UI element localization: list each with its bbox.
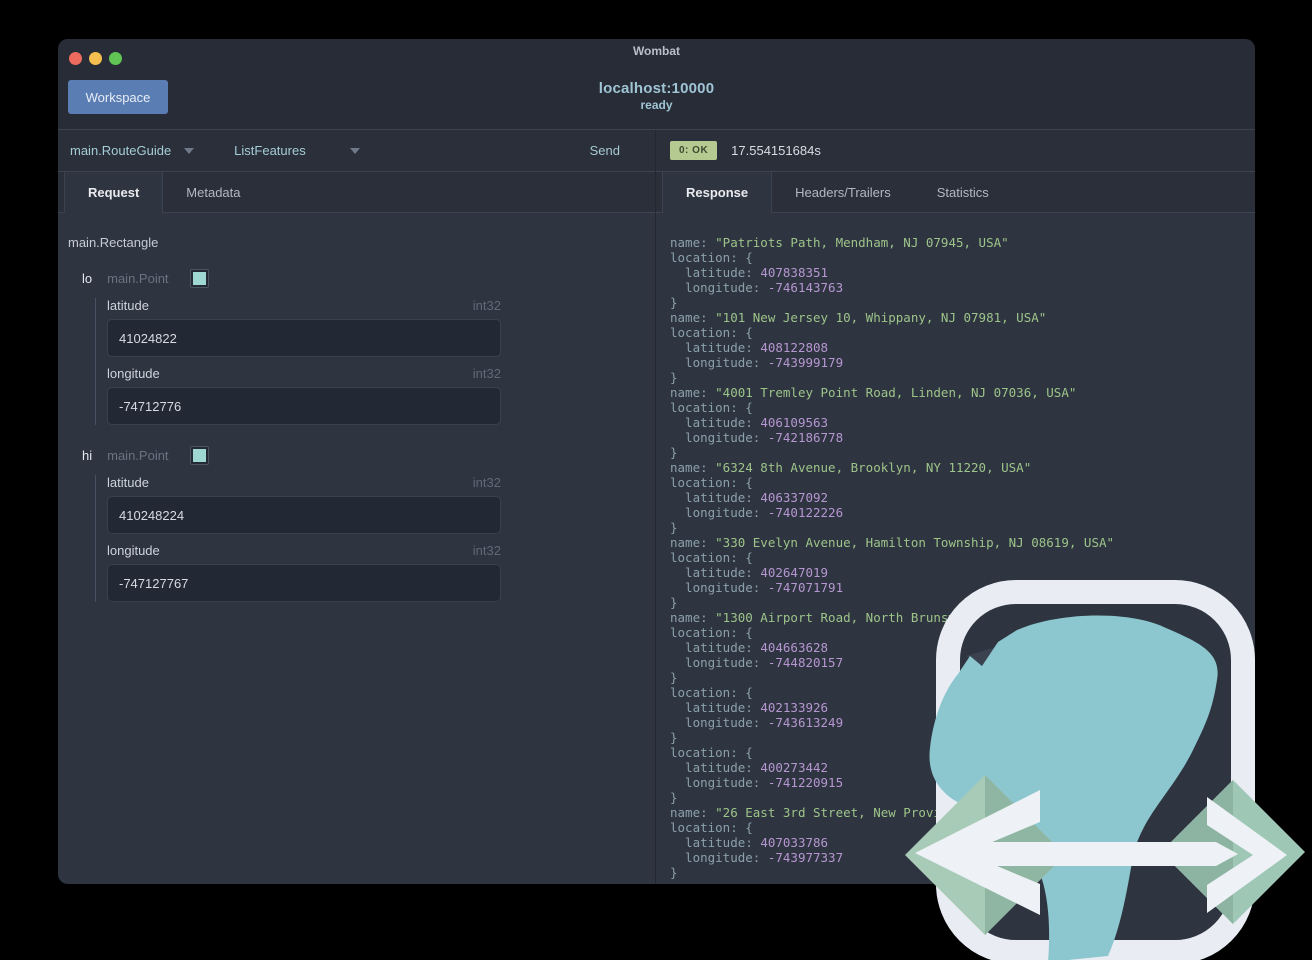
- method-select-label: ListFeatures: [234, 143, 306, 158]
- response-toolbar: 0: OK 17.554151684s: [656, 130, 1255, 172]
- service-select[interactable]: main.RouteGuide: [70, 143, 195, 158]
- screen: { "window": { "title": "Wombat" }, "head…: [0, 0, 1312, 960]
- connection-status: localhost:10000 ready: [58, 80, 1255, 112]
- chevron-down-icon: [184, 147, 195, 154]
- tab-statistics[interactable]: Statistics: [914, 172, 1012, 212]
- request-toolbar: main.RouteGuide ListFeatures Send: [58, 130, 655, 172]
- titlebar: Wombat Workspace localhost:10000 ready: [58, 39, 1255, 130]
- hi-latitude-input[interactable]: [107, 496, 501, 534]
- field-type: main.Point: [107, 447, 169, 463]
- send-button[interactable]: Send: [590, 143, 620, 158]
- response-panel: 0: OK 17.554151684s Response Headers/Tra…: [656, 130, 1255, 884]
- field-proto-type: int32: [472, 475, 501, 490]
- tab-request[interactable]: Request: [64, 172, 164, 213]
- response-tabbar: Response Headers/Trailers Statistics: [656, 172, 1255, 213]
- field-name: lo: [82, 270, 93, 286]
- field-name: hi: [82, 447, 93, 463]
- status-badge: 0: OK: [670, 141, 718, 160]
- lo-latitude-input[interactable]: [107, 319, 501, 357]
- app-window: Wombat Workspace localhost:10000 ready m…: [58, 39, 1255, 884]
- call-duration: 17.554151684s: [731, 143, 821, 158]
- field-proto-type: int32: [472, 543, 501, 558]
- tab-headers-trailers[interactable]: Headers/Trailers: [772, 172, 914, 212]
- connection-state: ready: [640, 98, 673, 112]
- response-body: name: "Patriots Path, Mendham, NJ 07945,…: [670, 235, 1167, 884]
- field-type: main.Point: [107, 270, 169, 286]
- request-tabbar: Request Metadata: [58, 172, 655, 213]
- field-proto-type: int32: [472, 298, 501, 313]
- field-proto-type: int32: [472, 366, 501, 381]
- host-address: localhost:10000: [598, 80, 715, 97]
- field-group-lo: lo main.Point latitude int32 41024822 lo…: [68, 266, 645, 425]
- method-select[interactable]: ListFeatures: [234, 143, 361, 158]
- lo-longitude-input[interactable]: [107, 387, 501, 425]
- checkbox-hi[interactable]: [190, 446, 208, 464]
- request-form: main.Rectangle lo main.Point latitude in…: [58, 213, 655, 884]
- tab-metadata[interactable]: Metadata: [163, 172, 263, 212]
- hi-longitude-input[interactable]: [107, 564, 501, 602]
- service-select-label: main.RouteGuide: [70, 143, 172, 158]
- field-label: longitude: [107, 543, 160, 558]
- chevron-down-icon: [350, 147, 361, 154]
- field-label: longitude: [107, 366, 160, 381]
- message-type-label: main.Rectangle: [68, 235, 159, 250]
- window-title: Wombat: [632, 44, 681, 58]
- field-label: latitude: [107, 475, 149, 490]
- field-label: latitude: [107, 298, 149, 313]
- field-group-hi: hi main.Point latitude int32 410248224 l…: [68, 443, 645, 602]
- tab-response[interactable]: Response: [662, 172, 773, 213]
- request-panel: main.RouteGuide ListFeatures Send Reques…: [58, 130, 656, 884]
- checkbox-lo[interactable]: [190, 269, 208, 287]
